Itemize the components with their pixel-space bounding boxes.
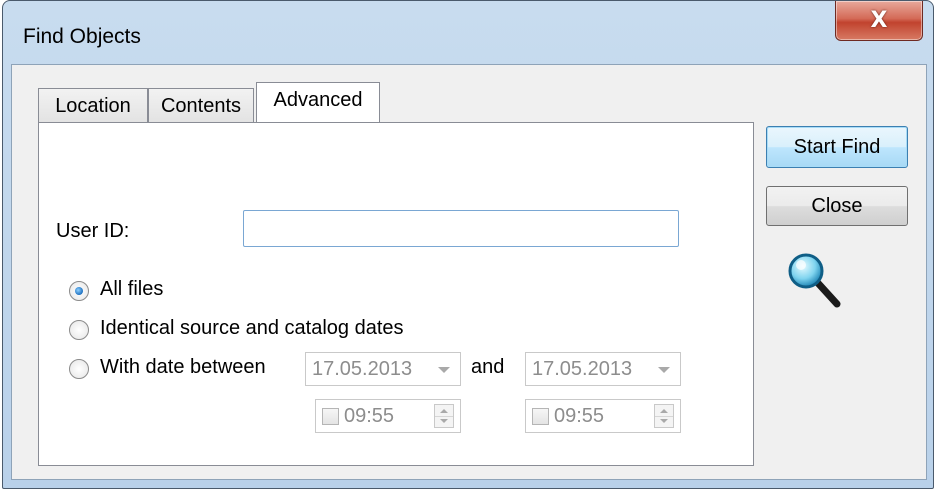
tab-contents[interactable]: Contents (148, 88, 254, 122)
radio-all-files-label[interactable]: All files (100, 278, 163, 301)
start-find-label: Start Find (793, 135, 881, 158)
tab-label: Advanced (273, 89, 363, 111)
tab-advanced[interactable]: Advanced (256, 82, 380, 122)
tab-location[interactable]: Location (38, 88, 148, 122)
user-id-label: User ID: (56, 220, 130, 242)
spin-down-icon[interactable] (660, 419, 668, 423)
tab-label: Location (55, 95, 131, 117)
close-button[interactable]: Close (766, 186, 908, 226)
magnifier-icon (788, 253, 841, 308)
time-to-value: 09:55 (554, 405, 605, 427)
date-to-picker[interactable]: 17.05.2013 (525, 352, 681, 386)
advanced-tab-panel: User ID: All files Identical source and … (38, 122, 754, 466)
radio-all-files[interactable] (69, 281, 89, 301)
radio-date-between-label[interactable]: With date between (100, 356, 266, 379)
window-close-button[interactable]: X (835, 1, 923, 41)
window-title: Find Objects (23, 25, 141, 48)
time-from-spin-buttons[interactable] (434, 404, 454, 428)
close-label: Close (811, 194, 863, 217)
spin-down-icon[interactable] (440, 419, 448, 423)
radio-identical-dates-label[interactable]: Identical source and catalog dates (100, 317, 404, 340)
spin-divider (655, 416, 673, 417)
time-from-spinner[interactable]: 09:55 (315, 399, 461, 433)
time-to-checkbox[interactable] (532, 408, 549, 425)
close-icon: X (870, 8, 888, 33)
spin-up-icon[interactable] (440, 409, 448, 413)
chevron-down-icon[interactable] (438, 367, 450, 373)
tab-label: Contents (160, 95, 242, 117)
date-to-value: 17.05.2013 (532, 358, 633, 380)
chevron-down-icon[interactable] (658, 367, 670, 373)
spin-divider (435, 416, 453, 417)
spin-up-icon[interactable] (660, 409, 668, 413)
date-from-value: 17.05.2013 (312, 358, 413, 380)
radio-date-between[interactable] (69, 359, 89, 379)
time-from-checkbox[interactable] (322, 408, 339, 425)
find-objects-window: Find Objects X Location Contents Advance… (2, 0, 934, 489)
start-find-button[interactable]: Start Find (766, 126, 908, 168)
radio-identical-dates[interactable] (69, 320, 89, 340)
user-id-input[interactable] (243, 210, 679, 247)
time-to-spin-buttons[interactable] (654, 404, 674, 428)
and-label: and (471, 356, 505, 378)
time-to-spinner[interactable]: 09:55 (525, 399, 681, 433)
date-from-picker[interactable]: 17.05.2013 (305, 352, 461, 386)
time-from-value: 09:55 (344, 405, 395, 427)
title-bar[interactable]: Find Objects X (3, 1, 933, 65)
